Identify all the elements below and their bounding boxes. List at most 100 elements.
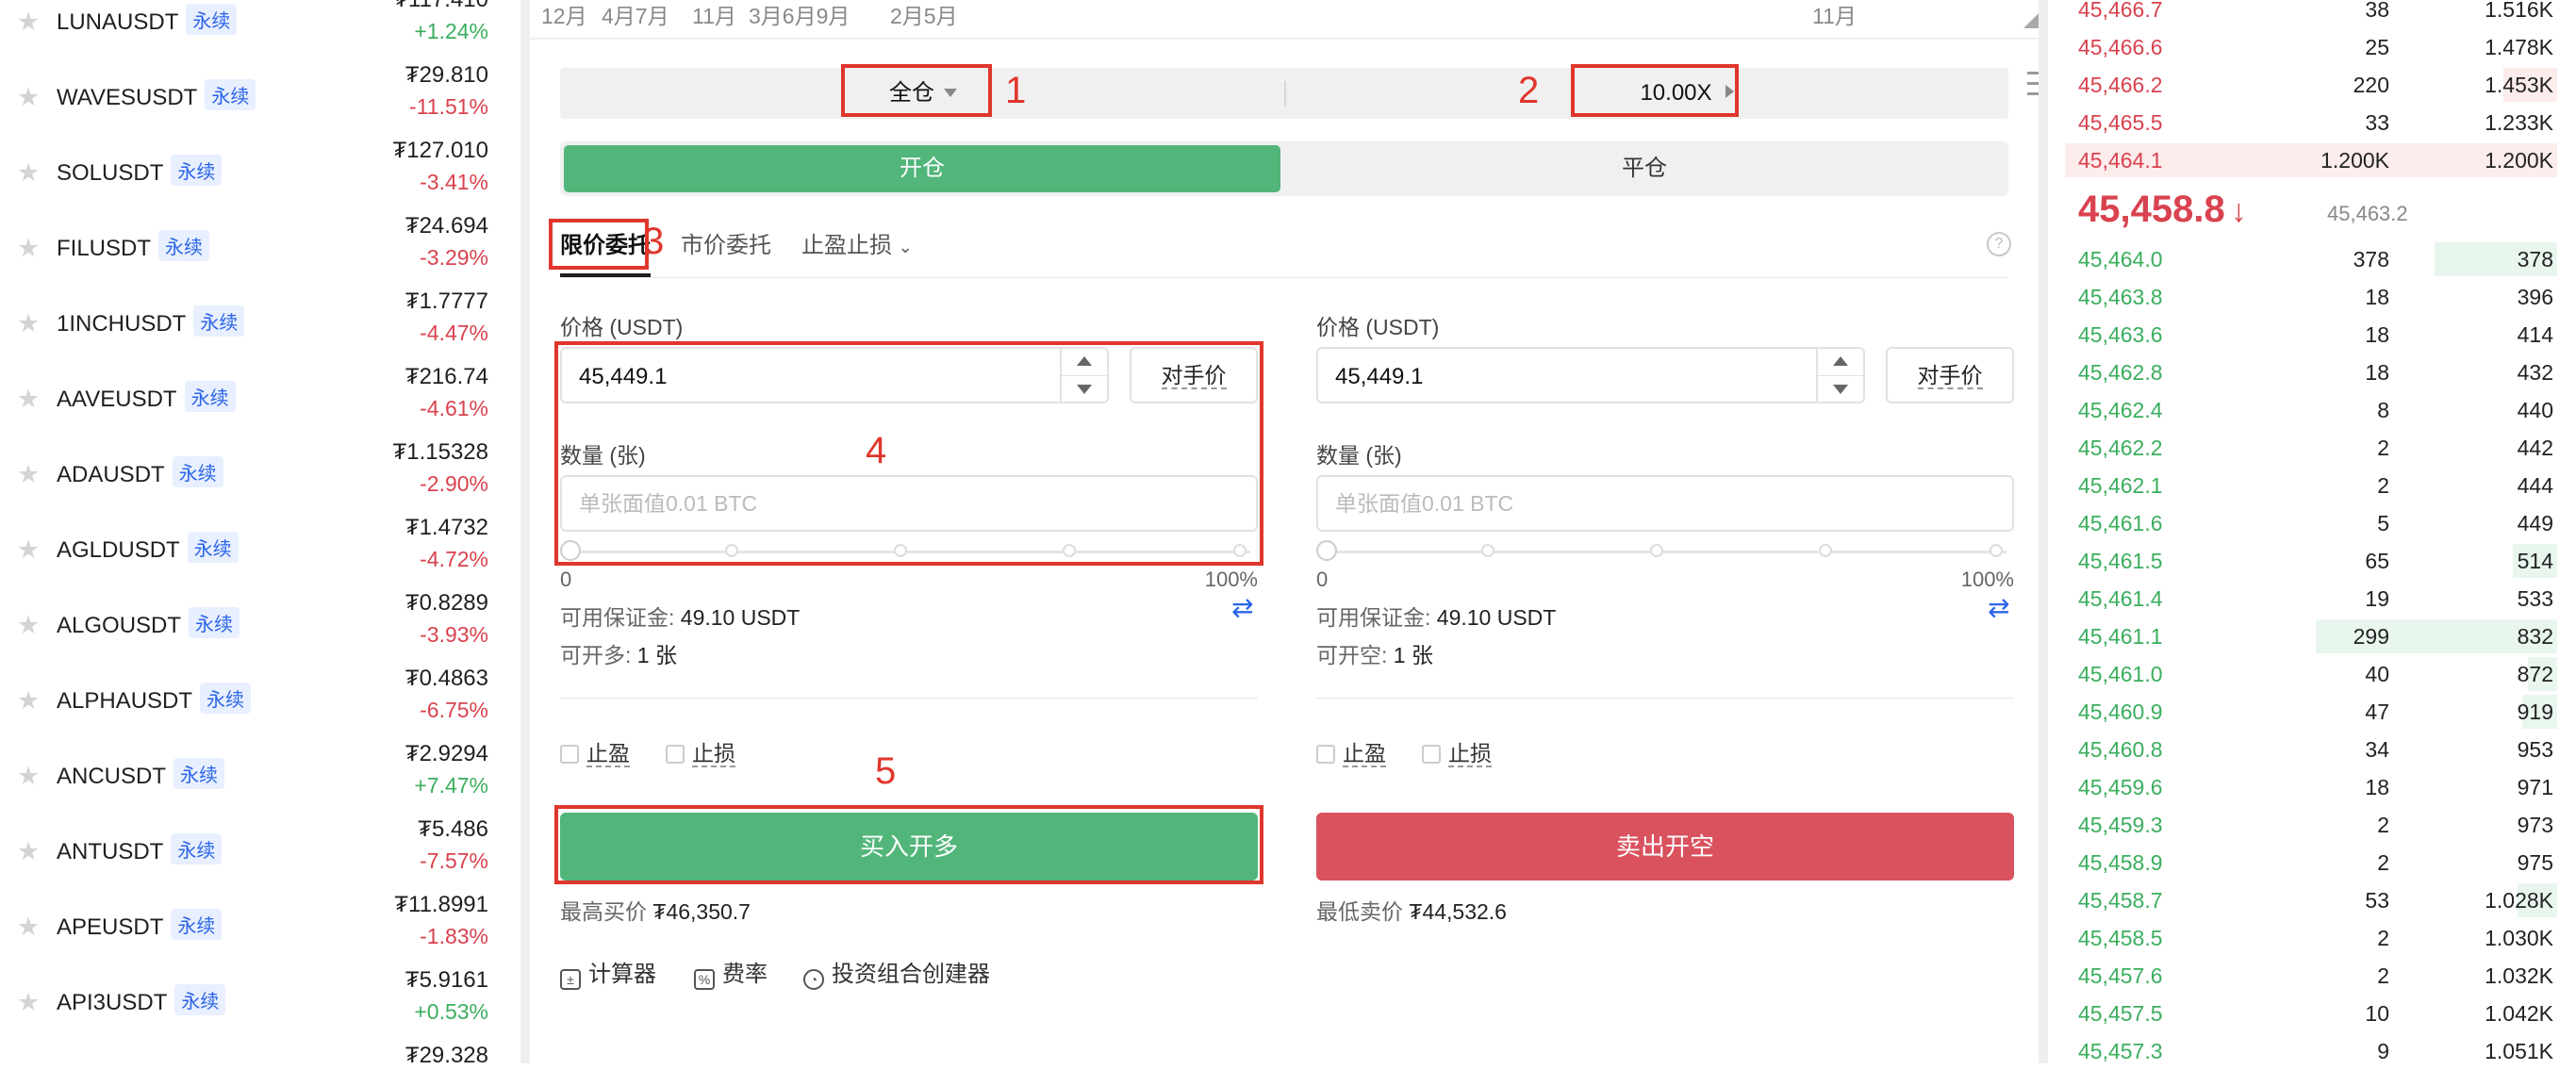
market-row[interactable]: ★ ALGOUSDT 永续 ₮0.8289 -3.93%: [0, 586, 517, 662]
min-sell-price: 最低卖价 ₮44,532.6: [1316, 899, 1507, 924]
ask-row[interactable]: 45,466.2 220 1.453K: [2065, 66, 2557, 104]
bid-row[interactable]: 45,457.3 9 1.051K: [2065, 1032, 2557, 1070]
market-row[interactable]: ★ AGLDUSDT 永续 ₮1.4732 -4.72%: [0, 511, 517, 586]
star-icon[interactable]: ★: [17, 309, 45, 337]
arrow-down-icon: ↓: [2230, 193, 2247, 229]
market-row[interactable]: ★ ANTUSDT 永续 ₮5.486 -7.57%: [0, 813, 517, 888]
bid-row[interactable]: 45,460.9 47 919: [2065, 693, 2557, 731]
ask-row[interactable]: 45,464.1 1.200K 1.200K: [2065, 141, 2557, 179]
market-row[interactable]: ★ WAVESUSDT 永续 ₮29.810 -11.51%: [0, 58, 517, 134]
transfer-icon[interactable]: ⇄: [1988, 592, 2009, 623]
market-symbol: ADAUSDT 永续: [57, 456, 223, 488]
market-row[interactable]: ★ 1INCHUSDT 永续 ₮1.7777 -4.47%: [0, 285, 517, 360]
bid-row[interactable]: 45,458.9 2 975: [2065, 844, 2557, 881]
panel-divider: [520, 0, 530, 1063]
market-row[interactable]: ★ LUNAUSDT永续 ₮117.410 +1.24%: [0, 0, 517, 58]
star-icon[interactable]: ★: [17, 158, 45, 187]
market-price: ₮5.9161: [405, 967, 488, 993]
counterparty-price-button[interactable]: 对手价: [1886, 347, 2014, 403]
market-row[interactable]: ★ API3USDT 永续 ₮5.9161 +0.53%: [0, 963, 517, 1039]
sell-short-button[interactable]: 卖出开空: [1316, 813, 2014, 881]
bid-row[interactable]: 45,463.8 18 396: [2065, 278, 2557, 316]
calculator-button[interactable]: ± 计算器: [560, 955, 656, 990]
quantity-input[interactable]: [1333, 490, 1997, 518]
star-icon[interactable]: ★: [17, 988, 45, 1016]
market-symbol: ALPHAUSDT 永续: [57, 683, 252, 715]
arrow-up-icon[interactable]: [1833, 356, 1848, 366]
slider-min: 0: [1316, 568, 1329, 591]
order-price: 45,460.9: [2078, 700, 2163, 724]
market-row[interactable]: ₮29.328: [0, 1039, 517, 1063]
order-price: 45,458.9: [2078, 850, 2163, 875]
stop-loss-checkbox[interactable]: 止损: [1422, 735, 1492, 767]
take-profit-checkbox[interactable]: 止盈: [560, 735, 630, 767]
max-open-long: 可开多: 1 张: [560, 643, 677, 667]
bid-row[interactable]: 45,457.5 10 1.042K: [2065, 995, 2557, 1032]
market-row[interactable]: ★ APEUSDT 永续 ₮11.8991 -1.83%: [0, 888, 517, 963]
order-price: 45,464.0: [2078, 247, 2163, 272]
arrow-down-icon[interactable]: [1833, 385, 1848, 394]
quantity-field[interactable]: [1316, 475, 2014, 532]
bid-row[interactable]: 45,461.4 19 533: [2065, 580, 2557, 617]
ask-row[interactable]: 45,466.7 38 1.516K: [2065, 0, 2557, 28]
star-icon[interactable]: ★: [17, 611, 45, 639]
bid-row[interactable]: 45,461.1 299 832: [2065, 617, 2557, 655]
order-total: 953: [2517, 737, 2553, 762]
quantity-slider[interactable]: [1316, 540, 2014, 564]
market-row[interactable]: ★ AAVEUSDT 永续 ₮216.74 -4.61%: [0, 360, 517, 436]
market-row[interactable]: ★ ADAUSDT 永续 ₮1.15328 -2.90%: [0, 436, 517, 511]
bid-row[interactable]: 45,458.5 2 1.030K: [2065, 919, 2557, 957]
order-amount: 10: [2365, 1001, 2389, 1026]
bid-row[interactable]: 45,458.7 53 1.028K: [2065, 881, 2557, 919]
bid-row[interactable]: 45,463.6 18 414: [2065, 316, 2557, 354]
market-row[interactable]: ★ SOLUSDT 永续 ₮127.010 -3.41%: [0, 134, 517, 209]
bid-row[interactable]: 45,457.6 2 1.032K: [2065, 957, 2557, 995]
star-icon[interactable]: ★: [17, 913, 45, 941]
price-stepper[interactable]: [1816, 349, 1863, 402]
ask-row[interactable]: 45,466.6 25 1.478K: [2065, 28, 2557, 66]
take-profit-checkbox[interactable]: 止盈: [1316, 735, 1386, 767]
order-total: 1.233K: [2485, 110, 2553, 135]
order-total: 414: [2517, 322, 2553, 347]
trade-panel: 12月 4月7月 11月 3月6月9月 2月5月 11月 全仓 10.00X 开…: [530, 0, 2044, 1063]
order-price: 45,462.8: [2078, 360, 2163, 385]
fee-rate-button[interactable]: % 费率: [694, 955, 768, 990]
star-icon[interactable]: ★: [17, 385, 45, 413]
annotation-box: [554, 341, 1263, 566]
ask-row[interactable]: 45,465.5 33 1.233K: [2065, 104, 2557, 141]
annotation-box: [554, 805, 1263, 884]
star-icon[interactable]: ★: [17, 535, 45, 564]
star-icon[interactable]: ★: [17, 460, 45, 488]
market-row[interactable]: ★ ANCUSDT 永续 ₮2.9294 +7.47%: [0, 737, 517, 813]
bid-row[interactable]: 45,462.1 2 444: [2065, 467, 2557, 504]
market-symbol: WAVESUSDT 永续: [57, 79, 256, 111]
star-icon[interactable]: ★: [17, 686, 45, 715]
order-total: 378: [2517, 247, 2553, 272]
bid-row[interactable]: 45,461.0 40 872: [2065, 655, 2557, 693]
market-row[interactable]: ★ ALPHAUSDT 永续 ₮0.4863 -6.75%: [0, 662, 517, 737]
bid-row[interactable]: 45,459.6 18 971: [2065, 768, 2557, 806]
market-price: ₮24.694: [405, 213, 488, 239]
star-icon[interactable]: ★: [17, 762, 45, 790]
star-icon[interactable]: ★: [17, 234, 45, 262]
bid-row[interactable]: 45,461.6 5 449: [2065, 504, 2557, 542]
star-icon[interactable]: ★: [17, 8, 45, 36]
bid-row[interactable]: 45,462.8 18 432: [2065, 354, 2557, 391]
market-change: -3.41%: [420, 170, 488, 194]
transfer-icon[interactable]: ⇄: [1231, 592, 1253, 623]
market-row[interactable]: ★ FILUSDT 永续 ₮24.694 -3.29%: [0, 209, 517, 285]
bid-row[interactable]: 45,461.5 65 514: [2065, 542, 2557, 580]
bid-row[interactable]: 45,462.4 8 440: [2065, 391, 2557, 429]
bid-row[interactable]: 45,462.2 2 442: [2065, 429, 2557, 467]
perpetual-badge: 永续: [189, 607, 240, 638]
price-input[interactable]: 45,449.1: [1316, 347, 1865, 403]
bid-row[interactable]: 45,464.0 378 378: [2065, 240, 2557, 278]
perpetual-badge: 永续: [184, 381, 236, 412]
star-icon[interactable]: ★: [17, 837, 45, 865]
portfolio-builder-button[interactable]: ◔ 投资组合创建器: [803, 955, 990, 990]
star-icon[interactable]: ★: [17, 83, 45, 111]
stop-loss-checkbox[interactable]: 止损: [666, 735, 735, 767]
bid-row[interactable]: 45,459.3 2 973: [2065, 806, 2557, 844]
bid-row[interactable]: 45,460.8 34 953: [2065, 731, 2557, 768]
market-symbol: API3USDT 永续: [57, 984, 226, 1016]
